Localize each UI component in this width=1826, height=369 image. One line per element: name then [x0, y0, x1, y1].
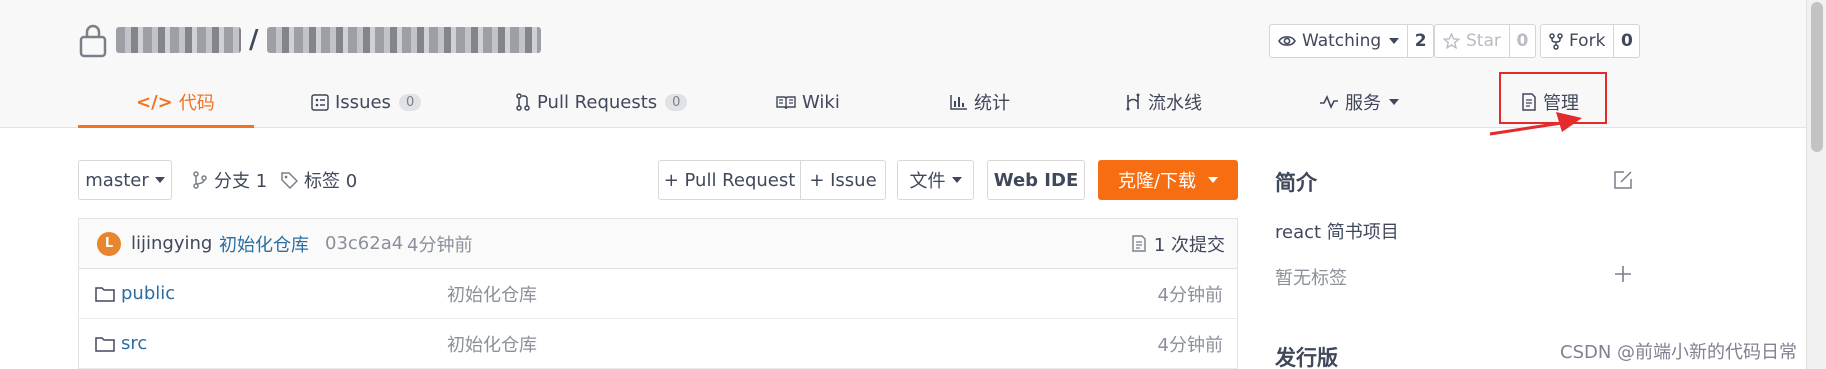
tab-label: 统计: [974, 93, 1010, 114]
repo-separator: /: [249, 25, 259, 55]
watch-count[interactable]: 2: [1408, 24, 1435, 58]
annotation-arrow-icon: [1489, 112, 1582, 136]
branch-icon: [193, 171, 207, 189]
tab-label: 代码: [178, 93, 215, 114]
file-time: 4分钟前: [1157, 284, 1223, 306]
tag-icon: [281, 171, 298, 189]
tags-count: 标签 0: [304, 171, 358, 192]
file-name-link[interactable]: public: [95, 269, 175, 318]
repo-name-blurred[interactable]: [266, 27, 541, 53]
fork-button[interactable]: Fork: [1540, 24, 1615, 58]
chevron-down-icon: [1389, 99, 1399, 105]
tab-issues[interactable]: Issues 0: [305, 76, 427, 128]
fork-group: Fork 0: [1540, 24, 1641, 58]
clone-download-label: 克隆/下载: [1117, 171, 1197, 192]
tab-label: 流水线: [1148, 93, 1202, 114]
repo-description: react 简书项目: [1275, 222, 1399, 243]
tab-pipeline[interactable]: 流水线: [1118, 76, 1208, 128]
document-icon: [1132, 235, 1146, 252]
book-icon: [776, 95, 796, 109]
web-ide-button[interactable]: Web IDE: [987, 160, 1085, 200]
issues-icon: [311, 93, 329, 111]
table-row: src 初始化仓库 4分钟前: [79, 319, 1237, 369]
no-tags-text: 暂无标签: [1275, 268, 1347, 289]
pull-requests-count-badge: 0: [665, 93, 688, 111]
release-title: 发行版: [1275, 346, 1338, 369]
tab-label: Pull Requests: [537, 91, 658, 113]
star-count[interactable]: 0: [1509, 24, 1536, 58]
star-label: Star: [1466, 31, 1501, 51]
chevron-down-icon: [1208, 177, 1219, 183]
file-commit-message[interactable]: 初始化仓库: [447, 269, 537, 318]
folder-icon: [95, 336, 115, 352]
tab-pull-requests[interactable]: Pull Requests 0: [509, 76, 693, 128]
chevron-down-icon: [951, 177, 962, 183]
commits-count-link[interactable]: 1 次提交: [1132, 219, 1225, 268]
tab-label: Issues: [335, 91, 391, 113]
file-time: 4分钟前: [1157, 334, 1223, 356]
pipeline-icon: [1126, 93, 1140, 111]
tab-wiki[interactable]: Wiki: [770, 76, 846, 128]
star-group: Star 0: [1434, 24, 1536, 58]
commit-time: 4分钟前: [407, 234, 473, 256]
commit-hash[interactable]: 03c62a4: [325, 219, 403, 268]
file-name: src: [121, 333, 148, 354]
fork-icon: [1549, 32, 1563, 50]
star-icon: [1443, 33, 1460, 49]
table-row: public 初始化仓库 4分钟前: [79, 269, 1237, 319]
new-issue-button[interactable]: + Issue: [800, 160, 886, 200]
branches-link[interactable]: 分支 1: [192, 160, 267, 200]
tab-services[interactable]: 服务: [1313, 76, 1405, 128]
chart-icon: [950, 95, 967, 110]
code-icon: </>: [136, 91, 173, 113]
folder-icon: [95, 286, 115, 302]
watch-label: Watching: [1302, 31, 1382, 51]
commit-author[interactable]: lijingying: [131, 219, 212, 268]
fork-count[interactable]: 0: [1614, 24, 1641, 58]
file-menu-button[interactable]: 文件: [897, 160, 974, 200]
new-pull-request-button[interactable]: + Pull Request: [658, 160, 801, 200]
chevron-down-icon: [1389, 38, 1400, 44]
repo-title: /: [78, 20, 541, 60]
tab-statistics[interactable]: 统计: [944, 76, 1016, 128]
branch-select[interactable]: master: [78, 160, 172, 200]
file-list: L lijingying 初始化仓库 03c62a4 4分钟前 1 次提交 pu…: [78, 218, 1238, 369]
tab-label: 服务: [1345, 93, 1381, 114]
star-button[interactable]: Star: [1434, 24, 1510, 58]
fork-label: Fork: [1569, 31, 1606, 51]
branches-count: 分支 1: [214, 171, 268, 192]
file-name-link[interactable]: src: [95, 319, 147, 368]
file-menu-label: 文件: [909, 171, 946, 192]
pulse-icon: [1320, 95, 1338, 109]
lock-icon: [79, 24, 107, 58]
chevron-down-icon: [154, 177, 165, 183]
avatar: L: [97, 231, 121, 256]
commits-count: 1 次提交: [1153, 234, 1225, 256]
commit-author-group[interactable]: L: [97, 219, 121, 268]
tab-label: Wiki: [802, 91, 840, 113]
branch-name: master: [85, 169, 149, 191]
tags-link[interactable]: 标签 0: [281, 160, 357, 200]
file-commit-message[interactable]: 初始化仓库: [447, 319, 537, 368]
scrollbar-thumb[interactable]: [1811, 2, 1823, 152]
intro-title: 简介: [1275, 171, 1317, 195]
watch-button[interactable]: Watching: [1269, 24, 1409, 58]
issues-count-badge: 0: [398, 93, 422, 111]
edit-icon[interactable]: [1613, 170, 1633, 190]
watermark: CSDN @前端小新的代码日常: [1560, 342, 1798, 363]
active-tab-underline: [78, 125, 254, 128]
repo-owner-blurred[interactable]: [116, 27, 241, 53]
latest-commit-row: L lijingying 初始化仓库 03c62a4 4分钟前 1 次提交: [79, 219, 1237, 269]
add-icon[interactable]: [1614, 265, 1632, 283]
page-scrollbar[interactable]: [1806, 0, 1826, 369]
watch-group: Watching 2: [1269, 24, 1435, 58]
eye-icon: [1278, 36, 1296, 46]
file-name: public: [121, 283, 176, 304]
tab-code[interactable]: </> 代码: [130, 76, 221, 128]
pull-request-icon: [516, 93, 530, 111]
commit-message[interactable]: 初始化仓库: [219, 219, 309, 268]
clone-download-button[interactable]: 克隆/下载: [1098, 160, 1238, 200]
